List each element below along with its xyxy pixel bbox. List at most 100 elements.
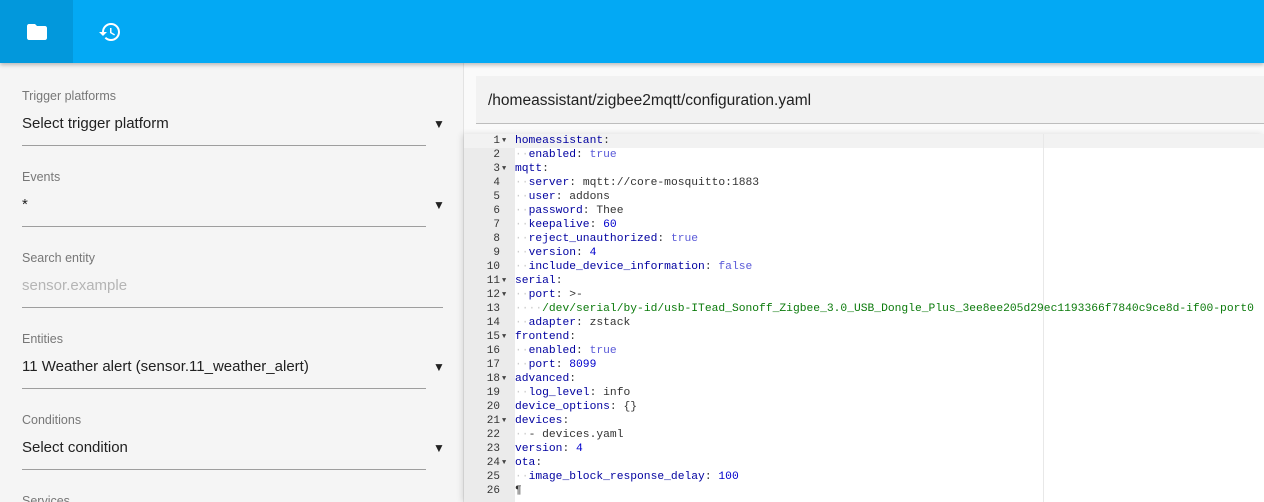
top-toolbar [0,0,1264,63]
yaml-key: homeassistant [515,135,604,147]
indent-marker: ·· [515,219,529,231]
code-text: ····/dev/serial/by-id/usb-ITead_Sonoff_Z… [515,302,1254,316]
line-number: 12 [486,289,500,301]
line-number: 13 [486,303,500,315]
search-entity-input[interactable]: sensor.example [22,277,127,294]
yaml-value: zstack [589,317,631,329]
yaml-key: devices [515,415,563,427]
fold-arrow-icon[interactable]: ▼ [502,274,506,288]
string-value: /dev/serial/by-id/usb-ITead_Sonoff_Zigbe… [542,303,1254,315]
code-text: ··enabled: true [515,148,617,162]
editor-panel: /homeassistant/zigbee2mqtt/configuration… [464,76,1264,502]
code-text: devices: [515,414,569,428]
indent-marker: ·· [515,359,529,371]
yaml-key: port [528,359,556,371]
indent-marker: ·· [515,191,529,203]
code-text: ··server: mqtt://core-mosquitto:1883 [515,176,759,190]
folder-button[interactable] [0,0,73,63]
trigger-platform-select[interactable]: Trigger platforms Select trigger platfor… [22,89,445,146]
colon: : [603,135,610,147]
conditions-select[interactable]: Conditions Select condition ▼ [22,413,445,470]
events-select[interactable]: Events * ▼ [22,170,445,227]
field-underline [22,307,443,308]
folder-icon [26,23,47,40]
indent-marker: ·· [515,317,529,329]
code-editor[interactable]: 1 ▼ homeassistant: 2 ··enabled: true 3 ▼ mqtt: 4… [464,134,1264,502]
dropdown-arrow-icon[interactable]: ▼ [433,441,445,455]
dropdown-arrow-icon[interactable]: ▼ [433,198,445,212]
dropdown-arrow-icon[interactable]: ▼ [433,360,445,374]
fold-arrow-icon[interactable]: ▼ [502,414,506,428]
yaml-key: server [528,177,570,189]
indent-marker: ·· [515,233,529,245]
fold-arrow-icon[interactable]: ▼ [502,134,506,148]
code-text: ··port: >- [515,288,583,302]
code-text: ··- devices.yaml [515,428,623,442]
code-text: ··adapter: zstack [515,316,630,330]
yaml-key: include_device_information [528,261,705,273]
file-path-bar[interactable]: /homeassistant/zigbee2mqtt/configuration… [476,76,1264,124]
eol-marker: ¶ [515,485,522,497]
yaml-key: port [528,289,556,301]
line-number: 4 [493,177,500,189]
colon: : [576,149,583,161]
code-text: homeassistant: [515,134,610,148]
indent-marker: ···· [515,303,543,315]
indent-marker: ·· [515,205,529,217]
colon: : [576,247,583,259]
yaml-value: {} [623,401,638,413]
yaml-value: 8099 [569,359,597,371]
services-select[interactable]: Services [22,494,70,502]
colon: : [704,471,712,483]
line-number: 7 [493,219,500,231]
fold-arrow-icon[interactable]: ▼ [502,456,506,470]
yaml-value: 60 [603,219,617,231]
entities-value: 11 Weather alert (sensor.11_weather_aler… [22,358,309,375]
field-underline [22,226,426,227]
yaml-value: 4 [576,443,583,455]
yaml-key: password [528,205,583,217]
code-text: ··keepalive: 60 [515,218,617,232]
line-number: 9 [493,247,500,259]
line-number: 5 [493,191,500,203]
yaml-value: 4 [589,247,597,259]
fold-arrow-icon[interactable]: ▼ [502,330,506,344]
line-number: 10 [486,261,500,273]
yaml-value: >- [569,289,583,301]
yaml-key: log_level [528,387,590,399]
fold-arrow-icon[interactable]: ▼ [502,372,506,386]
line-number: 17 [486,359,500,371]
field-underline [22,469,426,470]
dropdown-arrow-icon[interactable]: ▼ [433,117,445,131]
yaml-value: addons [569,191,610,203]
entities-select[interactable]: Entities 11 Weather alert (sensor.11_wea… [22,332,445,389]
trigger-platform-value: Select trigger platform [22,115,169,132]
colon: : [576,345,583,357]
fold-arrow-icon[interactable]: ▼ [502,162,506,176]
search-entity-field[interactable]: Search entity sensor.example [22,251,443,308]
print-margin [1043,134,1044,502]
yaml-key: keepalive [528,219,590,231]
code-text: ¶ [515,484,522,498]
line-number: 20 [486,401,500,413]
line-number: 25 [486,471,500,483]
code-text: mqtt: [515,162,549,176]
line-number: 8 [493,233,500,245]
colon: : [535,457,543,469]
indent-marker: ·· [515,471,529,483]
history-button[interactable] [73,0,146,63]
code-text: ··include_device_information: false [515,260,752,274]
indent-marker: ·· [515,149,529,161]
line-number: 3 [493,163,500,175]
code-text: ··enabled: true [515,344,617,358]
indent-marker: ·· [515,387,529,399]
fold-arrow-icon[interactable]: ▼ [502,288,506,302]
yaml-key: enabled [528,149,577,161]
code-text: ··reject_unauthorized: true [515,232,698,246]
yaml-key: user [528,191,556,203]
code-text: frontend: [515,330,576,344]
